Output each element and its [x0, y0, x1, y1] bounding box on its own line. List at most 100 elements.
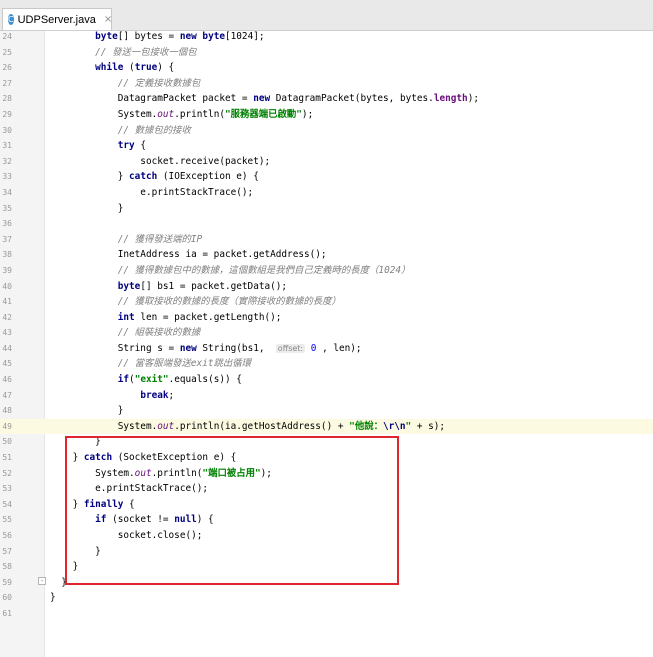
code-token: } — [50, 171, 130, 183]
code-line[interactable]: 26 while (true) { — [0, 60, 653, 76]
code-line[interactable]: 38 InetAddress ia = packet.getAddress(); — [0, 247, 653, 263]
code-line[interactable]: 55 if (socket != null) { — [0, 512, 653, 528]
line-number: 54 — [2, 499, 12, 509]
code-line[interactable]: 30 // 數據包的接收 — [0, 123, 653, 139]
code-line[interactable]: 43 // 組裝接收的數據 — [0, 325, 653, 341]
code-line[interactable]: 36 — [0, 216, 653, 232]
line-number: 31 — [2, 141, 12, 151]
code-line[interactable]: 28 DatagramPacket packet = new DatagramP… — [0, 91, 653, 107]
code-line[interactable]: 61 — [0, 606, 653, 622]
code-token: "他說： — [349, 420, 383, 432]
code-line[interactable]: 51 } catch (SocketException e) { — [0, 450, 653, 466]
code-token: } — [50, 592, 56, 604]
code-line[interactable]: 42 int len = packet.getLength(); — [0, 310, 653, 326]
code-line[interactable]: 47 break; — [0, 388, 653, 404]
code-text: } — [50, 403, 124, 419]
code-token: socket.receive(packet); — [50, 155, 271, 167]
code-line[interactable]: 50 } — [0, 434, 653, 450]
code-line[interactable]: 57 } — [0, 544, 653, 560]
line-number: 35 — [2, 203, 12, 213]
code-line[interactable]: 44 String s = new String(bs1, offset: 0 … — [0, 341, 653, 357]
code-line[interactable]: 40 byte[] bs1 = packet.getData(); — [0, 279, 653, 295]
code-line[interactable]: 59 } — [0, 575, 653, 591]
code-line[interactable]: 52 System.out.println("端口被占用"); — [0, 466, 653, 482]
code-line[interactable]: 25 // 發送一包接收一個包 — [0, 45, 653, 61]
code-line[interactable]: 49 System.out.println(ia.getHostAddress(… — [0, 418, 653, 435]
code-text: // 數據包的接收 — [50, 123, 191, 139]
code-line[interactable]: 39 // 獲得數據包中的數據，這個數組是我們自己定義時的長度（1024） — [0, 263, 653, 279]
editor-tab-bar: C UDPServer.java × — [0, 0, 653, 31]
code-token: byte — [95, 31, 118, 42]
line-number: 40 — [2, 281, 12, 291]
line-number: 43 — [2, 328, 12, 338]
code-line[interactable]: 53 e.printStackTrace(); — [0, 481, 653, 497]
code-token: } — [50, 202, 124, 214]
code-line[interactable]: 41 // 獲取接收的數據的長度（實際接收的數據的長度） — [0, 294, 653, 310]
code-token: ; — [168, 389, 175, 401]
code-token: socket.close(); — [50, 530, 203, 541]
code-token: } — [50, 498, 84, 510]
code-line[interactable]: 54 } finally { — [0, 497, 653, 513]
code-token: if — [117, 374, 130, 386]
code-text: System.out.println("服務器端已啟動"); — [50, 107, 314, 123]
code-line[interactable]: 37 // 獲得發送端的IP — [0, 232, 653, 248]
code-token: new — [179, 31, 197, 42]
line-number: 50 — [2, 437, 12, 447]
code-token: ); — [301, 108, 314, 120]
code-text: } — [50, 544, 101, 560]
line-number: 44 — [2, 343, 12, 353]
line-number: 52 — [2, 468, 12, 478]
code-line[interactable]: 33 } catch (IOException e) { — [0, 169, 653, 185]
code-token: // 發送一包接收一個包 — [95, 46, 197, 58]
code-line[interactable]: 60} — [0, 590, 653, 606]
code-line[interactable]: 56 socket.close(); — [0, 528, 653, 544]
code-token: { — [134, 140, 146, 152]
code-token: try — [117, 140, 135, 152]
code-line[interactable]: 24 byte[] bytes = new byte[1024]; — [0, 29, 653, 45]
line-number: 38 — [2, 250, 12, 260]
code-token: "exit" — [134, 374, 169, 386]
code-token: "端口被占用" — [202, 467, 261, 479]
code-text: } — [50, 590, 56, 606]
code-line[interactable]: 48 } — [0, 403, 653, 419]
code-token: System. — [50, 108, 158, 120]
code-token: .println(ia.getHostAddress() + — [174, 420, 350, 432]
line-number: 41 — [2, 297, 12, 307]
code-line[interactable]: 46 if("exit".equals(s)) { — [0, 372, 653, 388]
code-token: e.printStackTrace(); — [50, 483, 209, 495]
code-line[interactable]: 34 e.printStackTrace(); — [0, 185, 653, 201]
code-text: } — [50, 434, 101, 450]
code-editor[interactable]: 24 byte[] bytes = new byte[1024]; 25 // 發… — [0, 29, 653, 622]
line-number: 56 — [2, 531, 12, 540]
code-token: , len); — [316, 342, 362, 354]
code-line[interactable]: 31 try { — [0, 138, 653, 154]
code-line[interactable]: 32 socket.receive(packet); — [0, 154, 653, 170]
code-line[interactable]: 58 } — [0, 559, 653, 575]
code-text: socket.close(); — [50, 528, 203, 544]
code-token: } — [50, 405, 124, 417]
code-text: System.out.println(ia.getHostAddress() +… — [50, 419, 445, 435]
code-line[interactable]: 35 } — [0, 201, 653, 217]
code-token: length — [433, 93, 468, 105]
code-token: ( — [123, 62, 135, 74]
close-icon[interactable]: × — [104, 14, 112, 25]
code-line[interactable]: 45 // 當客服端發送exit跳出循環 — [0, 356, 653, 372]
line-number: 28 — [2, 94, 12, 104]
code-line[interactable]: 27 // 定義接收數據包 — [0, 76, 653, 92]
line-number: 46 — [2, 375, 12, 385]
code-text: System.out.println("端口被占用"); — [50, 466, 272, 482]
code-text: // 當客服端發送exit跳出循環 — [50, 356, 251, 372]
code-token: (SocketException e) { — [112, 452, 237, 464]
code-token: ) { — [157, 62, 175, 74]
code-token: byte — [202, 31, 225, 42]
code-token: catch — [83, 452, 113, 464]
code-line[interactable]: 29 System.out.println("服務器端已啟動"); — [0, 107, 653, 123]
code-text: break; — [50, 388, 174, 404]
code-token: } — [50, 545, 101, 557]
tab-udpserver-java[interactable]: C UDPServer.java × — [2, 8, 112, 30]
code-token: out — [157, 108, 175, 120]
